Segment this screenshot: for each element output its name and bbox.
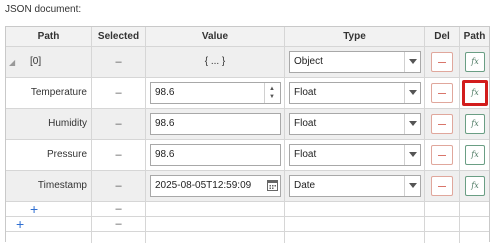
value-input[interactable]: 98.6 [150, 144, 281, 166]
table-row: Humidity – 98.6 Float fx [6, 109, 489, 140]
table-row-object: ◢ [0] – { ... } Object fx [6, 47, 489, 78]
row-key: Pressure [46, 149, 87, 160]
json-grid: Path Selected Value Type Del Path ◢ [0] … [5, 26, 490, 243]
table-row: Pressure – 98.6 Float fx [6, 140, 489, 171]
column-header-type[interactable]: Type [285, 27, 425, 47]
type-select-value: Float [294, 87, 317, 98]
object-value: { ... } [146, 47, 285, 78]
date-input-text: 2025-08-05T12:59:09 [155, 180, 252, 191]
row-key: Timestamp [37, 180, 87, 191]
minus-icon [438, 124, 446, 125]
type-select-value: Date [294, 180, 316, 191]
row-selected[interactable]: – [92, 140, 146, 171]
type-select-value: Float [294, 149, 317, 160]
value-input-text: 98.6 [155, 149, 175, 160]
row-key: Temperature [30, 87, 87, 98]
delete-button[interactable] [431, 52, 453, 72]
path-fx-button[interactable]: fx [465, 52, 485, 72]
type-select-value: Float [294, 118, 317, 129]
chevron-down-icon[interactable] [404, 83, 420, 103]
delete-button[interactable] [431, 83, 453, 103]
add-item-row: + – [6, 217, 489, 232]
chevron-down-icon[interactable] [404, 176, 420, 196]
value-input-text: 98.6 [155, 87, 175, 98]
value-input[interactable]: 98.6 [150, 113, 281, 135]
row-selected[interactable]: – [92, 78, 146, 109]
delete-button[interactable] [431, 145, 453, 165]
type-select[interactable]: Object [289, 51, 421, 73]
row-selected[interactable]: – [92, 47, 146, 78]
delete-button[interactable] [431, 176, 453, 196]
type-select[interactable]: Date [289, 175, 421, 197]
chevron-down-icon[interactable] [404, 52, 420, 72]
grid-header: Path Selected Value Type Del Path [6, 27, 489, 47]
minus-icon [438, 186, 446, 187]
type-select[interactable]: Float [289, 82, 421, 104]
plus-icon[interactable]: + [16, 217, 24, 231]
column-header-value[interactable]: Value [146, 27, 285, 47]
minus-icon [438, 62, 446, 63]
path-fx-button[interactable]: fx [465, 145, 485, 165]
chevron-down-icon[interactable] [404, 114, 420, 134]
minus-icon [438, 155, 446, 156]
path-fx-button[interactable]: fx [465, 176, 485, 196]
row-selected[interactable]: – [92, 171, 146, 202]
spinner-arrows-icon[interactable]: ▲ ▼ [264, 83, 280, 103]
column-header-del[interactable]: Del [425, 27, 460, 47]
column-header-path-fx[interactable]: Path [460, 27, 489, 47]
column-header-path[interactable]: Path [6, 27, 92, 47]
type-select-value: Object [294, 56, 323, 67]
collapse-triangle-icon[interactable]: ◢ [9, 58, 15, 67]
value-input[interactable]: 98.6 ▲ ▼ [150, 82, 281, 104]
plus-icon[interactable]: + [30, 202, 38, 216]
type-select[interactable]: Float [289, 144, 421, 166]
row-key: Humidity [48, 118, 87, 129]
column-header-selected[interactable]: Selected [92, 27, 146, 47]
table-row: Temperature – 98.6 ▲ ▼ Float fx [6, 78, 489, 109]
value-input-text: 98.6 [155, 118, 175, 129]
path-fx-button-selected[interactable]: fx [462, 80, 488, 106]
row-selected[interactable]: – [92, 202, 146, 217]
table-row: Timestamp – 2025-08-05T12:59:09 Date fx [6, 171, 489, 202]
chevron-down-icon[interactable] [404, 145, 420, 165]
json-document-label: JSON document: [5, 4, 82, 15]
date-input[interactable]: 2025-08-05T12:59:09 [150, 175, 281, 197]
calendar-icon[interactable] [267, 179, 278, 191]
grid-empty-area [6, 232, 489, 243]
minus-icon [438, 93, 446, 94]
path-fx-button[interactable]: fx [465, 114, 485, 134]
row-key: [0] [30, 56, 42, 67]
row-selected[interactable]: – [92, 217, 146, 232]
delete-button[interactable] [431, 114, 453, 134]
type-select[interactable]: Float [289, 113, 421, 135]
row-selected[interactable]: – [92, 109, 146, 140]
add-property-row: + – [6, 202, 489, 217]
